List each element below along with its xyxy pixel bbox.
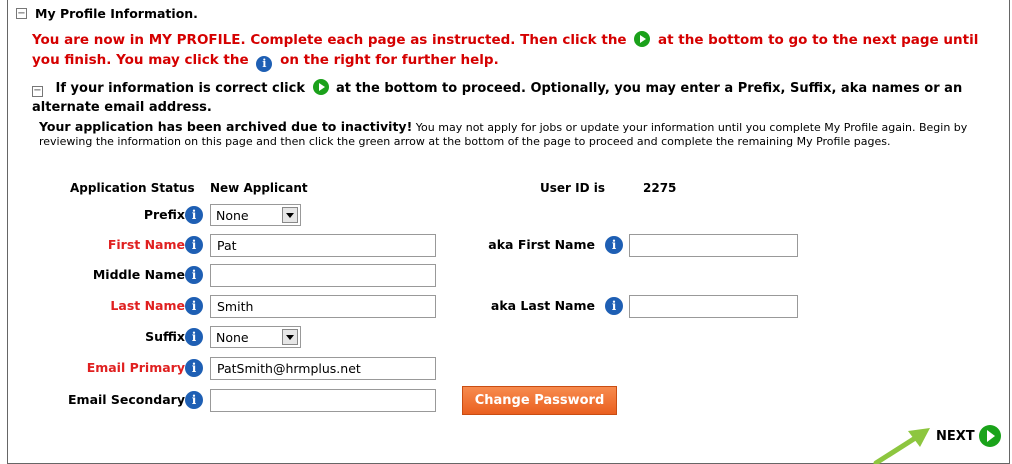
aka-last-name-label: aka Last Name <box>490 298 595 313</box>
suffix-select[interactable]: None <box>210 326 301 348</box>
aka-first-name-label: aka First Name <box>488 237 595 252</box>
first-name-input[interactable] <box>210 234 436 257</box>
play-icon <box>312 79 329 95</box>
email-secondary-label: Email Secondary <box>68 392 185 407</box>
info-icon[interactable]: i <box>185 236 203 254</box>
next-button[interactable]: NEXT <box>936 425 1001 447</box>
last-name-input[interactable] <box>210 295 436 318</box>
email-primary-label: Email Primary <box>86 360 185 375</box>
info-icon[interactable]: i <box>605 236 623 254</box>
info-icon[interactable]: i <box>185 328 203 346</box>
next-label: NEXT <box>936 428 975 444</box>
annotation-arrow-icon <box>873 428 930 464</box>
aka-last-name-input[interactable] <box>629 295 798 318</box>
play-icon[interactable] <box>978 425 1001 447</box>
first-name-label: First Name <box>107 237 185 252</box>
archived-title: Your application has been archived due t… <box>39 119 413 134</box>
collapse-icon[interactable]: − <box>16 8 27 19</box>
info-icon[interactable]: i <box>185 359 203 377</box>
application-status-value: New Applicant <box>210 181 308 195</box>
dropdown-arrow-icon[interactable] <box>282 207 298 223</box>
user-id-value: 2275 <box>643 181 677 195</box>
middle-name-label: Middle Name <box>92 267 185 282</box>
intro-message: You are now in MY PROFILE. Complete each… <box>32 31 979 72</box>
info-icon[interactable]: i <box>185 206 203 224</box>
prefix-label: Prefix <box>143 207 185 222</box>
section-title: My Profile Information. <box>35 6 198 21</box>
archived-notice: Your application has been archived due t… <box>39 120 1009 148</box>
last-name-label: Last Name <box>110 298 185 313</box>
change-password-button[interactable]: Change Password <box>462 386 617 415</box>
collapse-icon[interactable]: − <box>32 85 43 97</box>
profile-panel: − My Profile Information. You are now in… <box>7 0 1010 464</box>
info-icon[interactable]: i <box>185 266 203 284</box>
info-icon: i <box>256 56 273 72</box>
application-status-label: Application Status <box>70 181 195 195</box>
info-icon[interactable]: i <box>185 297 203 315</box>
aka-first-name-input[interactable] <box>629 234 798 257</box>
suffix-label: Suffix <box>145 329 185 344</box>
email-secondary-input[interactable] <box>210 389 436 412</box>
email-primary-input[interactable] <box>210 357 436 380</box>
middle-name-input[interactable] <box>210 264 436 287</box>
play-icon <box>634 31 651 47</box>
instruction-message: − If your information is correct click a… <box>32 79 963 115</box>
user-id-label: User ID is <box>540 181 605 195</box>
dropdown-arrow-icon[interactable] <box>282 329 298 345</box>
section-header: − My Profile Information. <box>16 6 198 21</box>
prefix-select[interactable]: None <box>210 204 301 226</box>
info-icon[interactable]: i <box>185 391 203 409</box>
info-icon[interactable]: i <box>605 297 623 315</box>
